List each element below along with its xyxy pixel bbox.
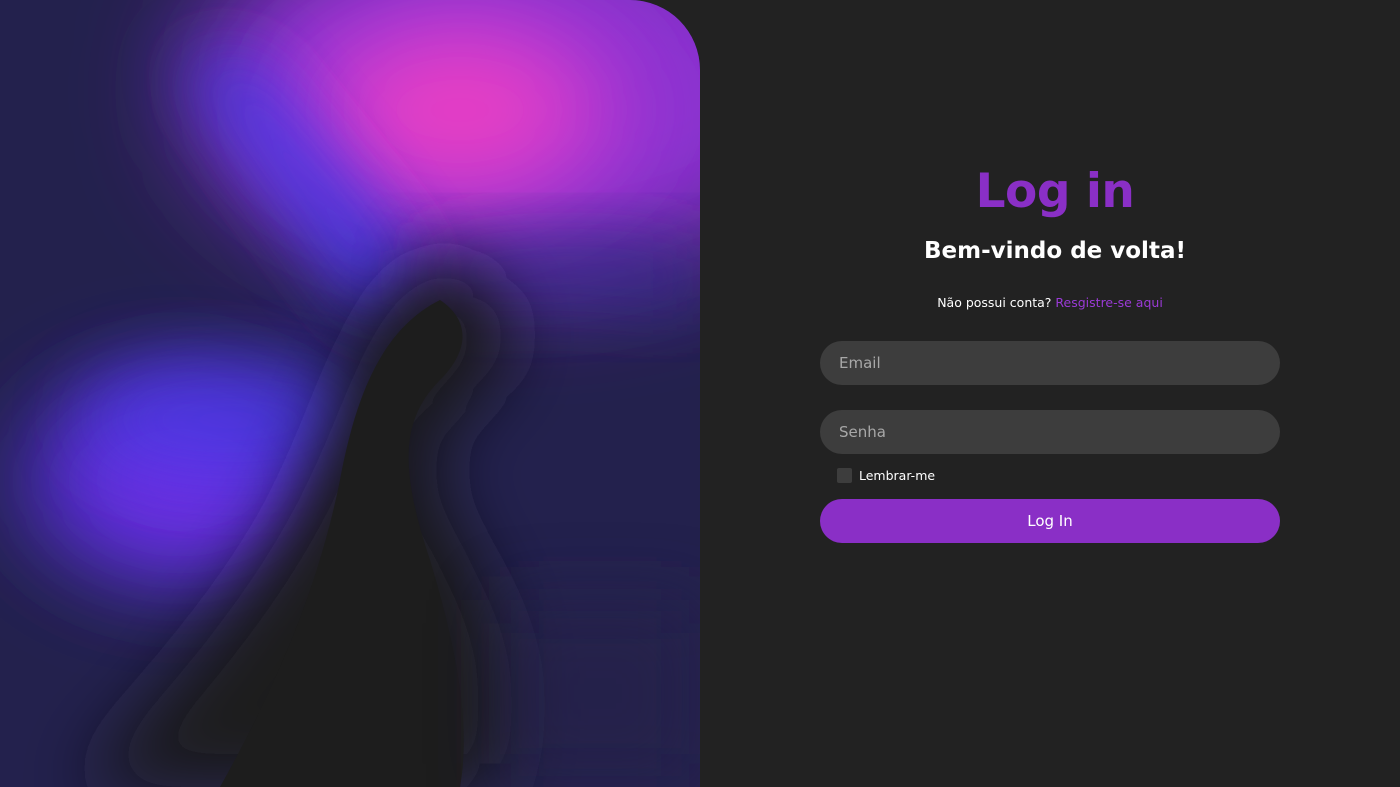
email-field[interactable]	[820, 341, 1280, 385]
register-prompt-text: Não possui conta?	[937, 295, 1052, 310]
remember-me-option[interactable]: Lembrar-me	[837, 468, 935, 483]
password-field[interactable]	[820, 410, 1280, 454]
abstract-gradient-image	[0, 0, 700, 787]
login-button[interactable]: Log In	[820, 499, 1280, 543]
login-page: Log in Bem-vindo de volta! Não possui co…	[0, 0, 1400, 787]
register-prompt: Não possui conta? Resgistre-se aqui	[820, 295, 1280, 310]
page-title: Log in	[975, 164, 1135, 219]
register-link[interactable]: Resgistre-se aqui	[1055, 295, 1162, 310]
welcome-subtitle: Bem-vindo de volta!	[924, 238, 1186, 264]
remember-me-label: Lembrar-me	[859, 468, 936, 483]
login-form: Log in Bem-vindo de volta! Não possui co…	[820, 0, 1280, 787]
remember-me-checkbox[interactable]	[837, 468, 852, 483]
gradient-art-panel	[0, 0, 700, 787]
